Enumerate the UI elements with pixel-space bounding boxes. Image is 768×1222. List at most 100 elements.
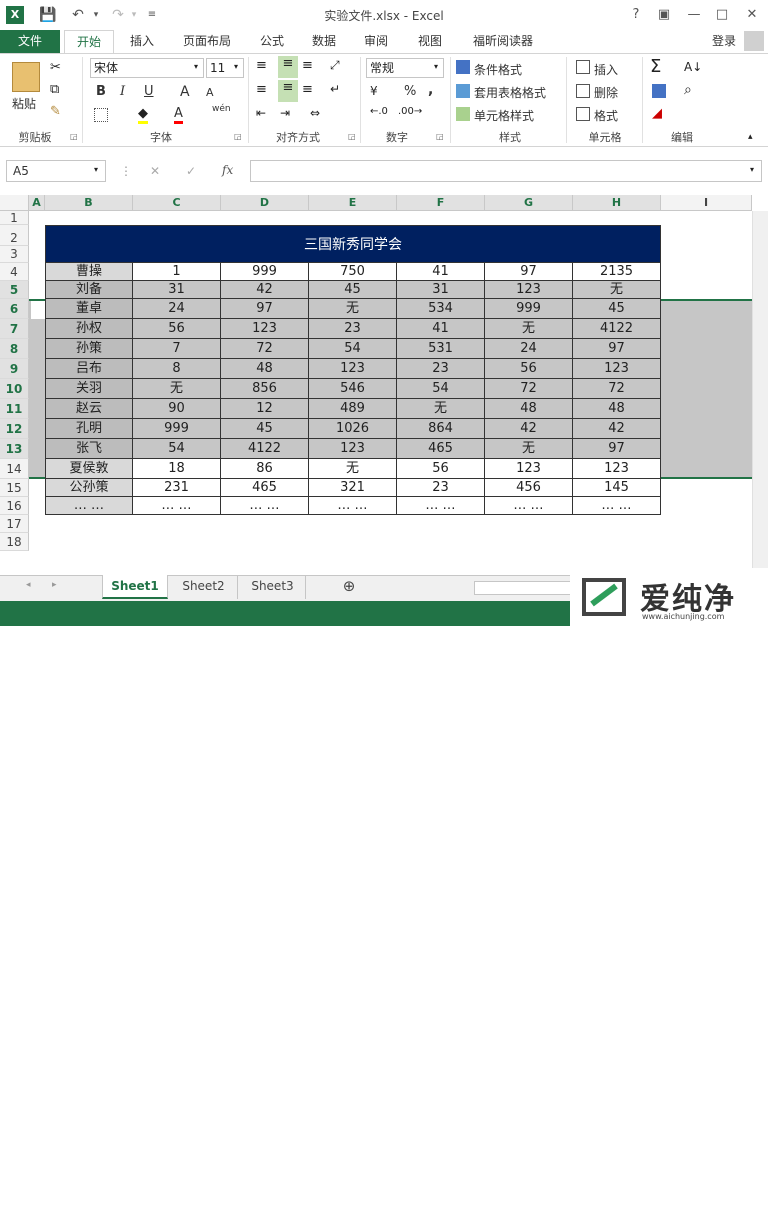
- column-header[interactable]: F: [397, 195, 485, 211]
- align-top-icon[interactable]: ≡: [256, 58, 267, 73]
- column-header[interactable]: B: [45, 195, 133, 211]
- cell-styles-button[interactable]: 单元格样式: [474, 107, 534, 124]
- name-cell[interactable]: 公孙策: [45, 479, 133, 497]
- table-cell[interactable]: 42: [485, 419, 573, 439]
- phonetic-button[interactable]: wén: [212, 104, 231, 114]
- table-cell[interactable]: 48: [573, 399, 661, 419]
- row-header[interactable]: 2: [0, 225, 29, 246]
- wrap-text-icon[interactable]: ↵: [330, 82, 340, 96]
- format-as-table-button[interactable]: 套用表格格式: [474, 84, 546, 101]
- tab-home[interactable]: 开始: [64, 30, 114, 54]
- increase-decimal-icon[interactable]: ←.0: [370, 106, 388, 117]
- chevron-down-icon[interactable]: ▾: [194, 62, 198, 71]
- table-cell[interactable]: 56: [133, 319, 221, 339]
- alignment-launcher-icon[interactable]: ◲: [348, 132, 356, 141]
- minimize-button[interactable]: —: [682, 5, 706, 25]
- table-cell[interactable]: 23: [309, 319, 397, 339]
- table-cell[interactable]: 23: [397, 359, 485, 379]
- chevron-down-icon[interactable]: ▾: [434, 62, 438, 71]
- table-cell[interactable]: 54: [133, 439, 221, 459]
- decrease-indent-icon[interactable]: ⇤: [256, 106, 266, 120]
- row-header[interactable]: 16: [0, 497, 29, 515]
- row-header[interactable]: 14: [0, 459, 29, 479]
- row-header[interactable]: 6: [0, 299, 29, 319]
- delete-cells-icon[interactable]: [576, 84, 590, 98]
- table-cell[interactable]: 123: [485, 281, 573, 299]
- ribbon-display-button[interactable]: ▣: [652, 5, 676, 25]
- find-select-icon[interactable]: ⌕: [684, 82, 692, 98]
- next-sheet-icon[interactable]: ▸: [52, 580, 57, 590]
- orientation-icon[interactable]: ⤢: [330, 58, 340, 73]
- table-cell[interactable]: 1026: [309, 419, 397, 439]
- table-cell[interactable]: 465: [397, 439, 485, 459]
- paste-button[interactable]: 粘贴: [12, 95, 36, 112]
- table-cell[interactable]: 41: [397, 319, 485, 339]
- sheet-tab-sheet2[interactable]: Sheet2: [170, 575, 238, 599]
- table-cell[interactable]: 231: [133, 479, 221, 497]
- tab-formulas[interactable]: 公式: [252, 30, 292, 53]
- prev-sheet-icon[interactable]: ◂: [26, 580, 31, 590]
- name-box[interactable]: A5: [6, 160, 106, 182]
- format-as-table-icon[interactable]: [456, 84, 470, 98]
- table-cell[interactable]: 18: [133, 459, 221, 479]
- table-cell[interactable]: 56: [397, 459, 485, 479]
- page-layout-view-icon[interactable]: [508, 1207, 522, 1221]
- table-cell[interactable]: 42: [221, 281, 309, 299]
- table-cell[interactable]: 123: [573, 359, 661, 379]
- align-center-icon[interactable]: ≡: [278, 80, 298, 102]
- column-header[interactable]: H: [573, 195, 661, 211]
- autosum-icon[interactable]: Σ: [650, 56, 661, 77]
- table-cell[interactable]: … …: [221, 497, 309, 515]
- table-cell[interactable]: 45: [573, 299, 661, 319]
- page-break-view-icon[interactable]: [546, 1207, 560, 1221]
- row-header[interactable]: 17: [0, 515, 29, 533]
- table-cell[interactable]: 31: [397, 281, 485, 299]
- increase-font-button[interactable]: A: [180, 84, 190, 100]
- table-cell[interactable]: … …: [309, 497, 397, 515]
- name-cell[interactable]: … …: [45, 497, 133, 515]
- table-cell[interactable]: 无: [485, 319, 573, 339]
- table-cell[interactable]: 56: [485, 359, 573, 379]
- increase-indent-icon[interactable]: ⇥: [280, 106, 290, 120]
- row-header[interactable]: 13: [0, 439, 29, 459]
- table-cell[interactable]: 465: [221, 479, 309, 497]
- font-size-select[interactable]: 11: [206, 58, 244, 78]
- percent-button[interactable]: %: [404, 84, 416, 99]
- name-cell[interactable]: 孙策: [45, 339, 133, 359]
- table-cell[interactable]: 97: [221, 299, 309, 319]
- column-header[interactable]: C: [133, 195, 221, 211]
- table-cell[interactable]: 123: [309, 359, 397, 379]
- table-cell[interactable]: 24: [133, 299, 221, 319]
- table-cell[interactable]: 534: [397, 299, 485, 319]
- bold-button[interactable]: B: [96, 84, 106, 99]
- formula-input[interactable]: [250, 160, 762, 182]
- sort-filter-icon[interactable]: A↓: [684, 60, 702, 74]
- table-cell[interactable]: … …: [397, 497, 485, 515]
- table-cell[interactable]: … …: [485, 497, 573, 515]
- table-cell[interactable]: … …: [573, 497, 661, 515]
- name-cell[interactable]: 董卓: [45, 299, 133, 319]
- table-cell[interactable]: 750: [309, 263, 397, 281]
- table-cell[interactable]: 546: [309, 379, 397, 399]
- table-cell[interactable]: 48: [221, 359, 309, 379]
- sheet-tab-sheet1[interactable]: Sheet1: [102, 575, 168, 599]
- font-launcher-icon[interactable]: ◲: [234, 132, 242, 141]
- table-cell[interactable]: 856: [221, 379, 309, 399]
- conditional-format-button[interactable]: 条件格式: [474, 61, 522, 78]
- currency-icon[interactable]: ¥: [370, 84, 378, 98]
- name-cell[interactable]: 张飞: [45, 439, 133, 459]
- help-button[interactable]: ?: [624, 5, 648, 25]
- format-cells-button[interactable]: 格式: [594, 107, 618, 124]
- cut-icon[interactable]: ✂: [50, 60, 61, 75]
- horizontal-scrollbar[interactable]: [474, 581, 574, 595]
- table-cell[interactable]: 无: [133, 379, 221, 399]
- row-header[interactable]: 9: [0, 359, 29, 379]
- delete-cells-button[interactable]: 删除: [594, 84, 618, 101]
- clipboard-launcher-icon[interactable]: ◲: [70, 132, 78, 141]
- column-header[interactable]: A: [29, 195, 45, 211]
- underline-button[interactable]: U: [144, 84, 154, 99]
- select-all-corner[interactable]: [0, 195, 29, 211]
- table-cell[interactable]: 123: [221, 319, 309, 339]
- row-header[interactable]: 18: [0, 533, 29, 551]
- table-cell[interactable]: 999: [133, 419, 221, 439]
